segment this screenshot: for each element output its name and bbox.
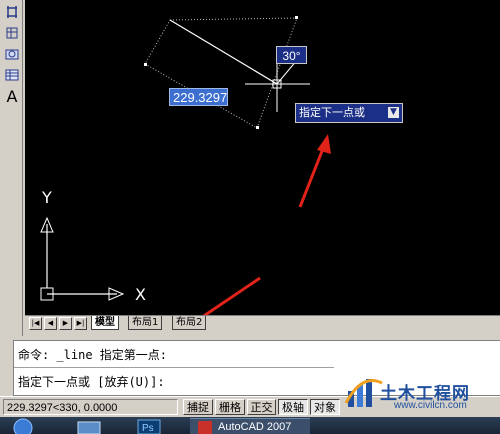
start-button-icon[interactable] (6, 418, 40, 434)
drawing-canvas[interactable]: 229.3297 30° 指定下一点或 ▼ Y X (25, 0, 500, 315)
windows-taskbar: Ps AutoCAD 2007 (0, 417, 500, 434)
draw-toolbar: A (0, 0, 23, 336)
tab-layout1[interactable]: 布局1 (128, 316, 163, 330)
polar-angle-tooltip: 30° (276, 46, 307, 64)
grip-point (144, 63, 147, 66)
command-history-line: 命令: _line 指定第一点: (18, 348, 168, 362)
autocad-taskbar-button[interactable]: AutoCAD 2007 (190, 418, 310, 434)
svg-text:Ps: Ps (142, 423, 154, 434)
dynamic-dimension-input[interactable]: 229.3297 (169, 88, 228, 106)
first-tab-icon[interactable]: |◀ (29, 317, 42, 330)
explorer-taskbar-icon[interactable] (72, 418, 106, 434)
autocad-taskbar-label: AutoCAD 2007 (218, 421, 292, 433)
prev-tab-icon[interactable]: ◀ (44, 317, 57, 330)
layout-tabs-bar: |◀ ◀ ▶ ▶| 模型 布局1 布局2 (25, 315, 500, 331)
ucs-x-label: X (135, 285, 146, 304)
command-separator (14, 367, 334, 368)
grip-point (295, 16, 298, 19)
annotation-arrow-lower (202, 276, 261, 315)
annotation-arrowhead-upper (317, 134, 331, 154)
last-tab-icon[interactable]: ▶| (74, 317, 87, 330)
polar-toggle[interactable]: 极轴 (278, 399, 308, 415)
prompt-options-down-arrow-icon[interactable]: ▼ (388, 107, 399, 118)
watermark: 土木工程网 www.civilcn.com (340, 367, 500, 415)
region-tool-icon[interactable] (4, 46, 20, 62)
tab-model[interactable]: 模型 (91, 316, 119, 330)
watermark-url: www.civilcn.com (394, 400, 467, 411)
command-prompt-line[interactable]: 指定下一点或 [放弃(U)]: (18, 372, 165, 392)
coordinate-readout[interactable]: 229.3297<330, 0.0000 (3, 399, 178, 415)
dynamic-prompt-text: 指定下一点或 (299, 106, 365, 119)
grid-toggle[interactable]: 栅格 (215, 399, 245, 415)
table-tool-icon[interactable] (4, 67, 20, 83)
multiline-text-tool[interactable]: A (4, 87, 20, 106)
tab-layout2[interactable]: 布局2 (172, 316, 207, 330)
watermark-logo-icon (344, 379, 383, 407)
rubber-band-line (169, 19, 278, 85)
dynamic-prompt-tooltip: 指定下一点或 ▼ (295, 103, 403, 123)
snap-toggle[interactable]: 捕捉 (183, 399, 213, 415)
canvas-graphics (40, 16, 331, 315)
grip-point (256, 126, 259, 129)
osnap-toggle[interactable]: 对象 (310, 399, 340, 415)
hatch-tool-icon[interactable] (4, 25, 20, 41)
trim-tool-icon[interactable] (4, 4, 20, 20)
ortho-toggle[interactable]: 正交 (247, 399, 276, 415)
autocad-icon (198, 421, 212, 434)
next-tab-icon[interactable]: ▶ (59, 317, 72, 330)
photoshop-taskbar-icon[interactable]: Ps (134, 418, 164, 434)
ucs-y-label: Y (42, 188, 52, 207)
dimension-preview-outline (144, 17, 298, 129)
